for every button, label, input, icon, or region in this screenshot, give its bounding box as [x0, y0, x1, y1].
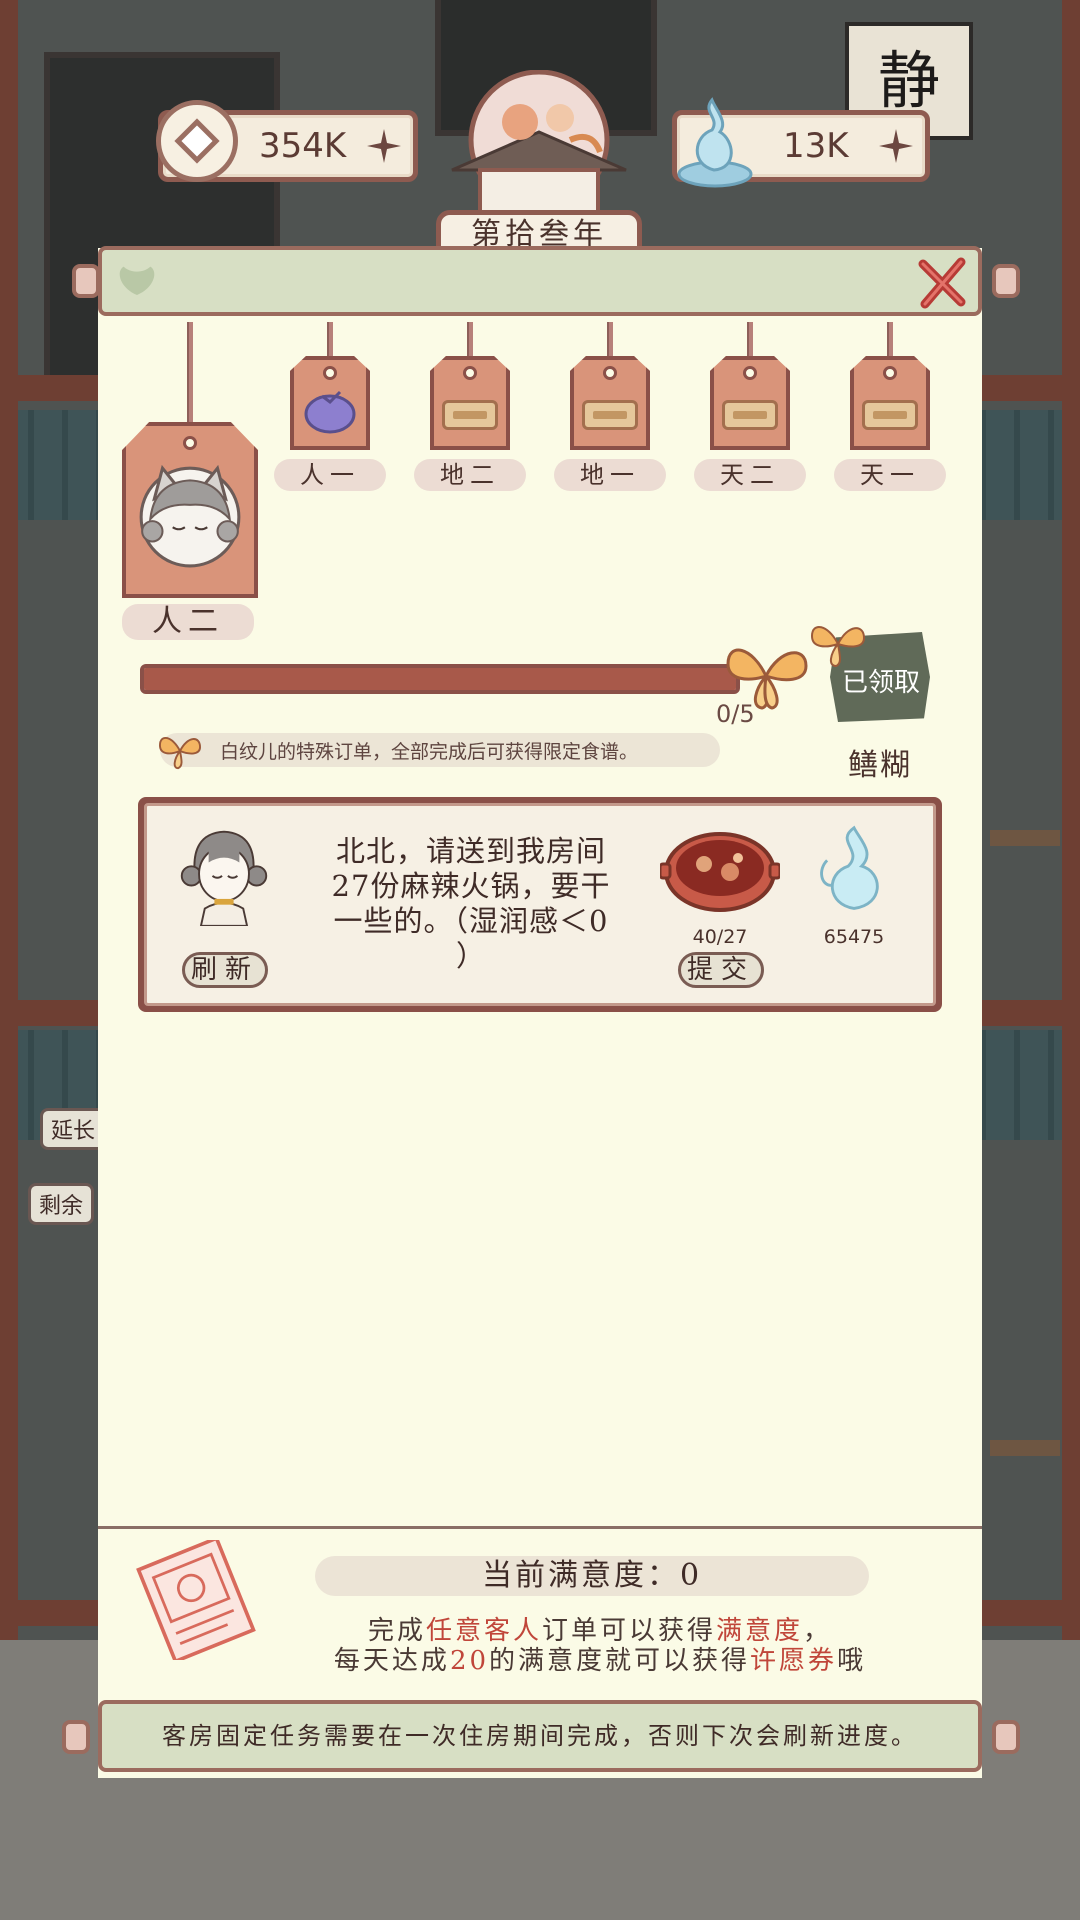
spirit-reward-icon	[820, 825, 879, 910]
pillar	[1062, 0, 1080, 1640]
reward-recipe-name: 鳝糊	[848, 748, 912, 783]
submit-button[interactable]: 提交	[678, 952, 764, 988]
tag-tian-yi[interactable]	[850, 322, 930, 450]
spirit-flame-icon	[677, 97, 753, 188]
add-spirit-icon[interactable]	[877, 127, 915, 165]
close-icon[interactable]	[915, 256, 969, 310]
tag-ren-yi[interactable]	[290, 322, 370, 450]
order-progress-bar	[140, 664, 740, 694]
chest-icon	[582, 400, 638, 430]
coin-amount: 354K	[259, 126, 347, 166]
table	[990, 830, 1060, 846]
tag-tian-er-label: 天二	[694, 459, 806, 491]
extend-label[interactable]: 延长	[40, 1108, 107, 1150]
tag-di-yi[interactable]	[570, 322, 650, 450]
table	[990, 1440, 1060, 1456]
rod-cap	[72, 264, 100, 298]
pillar	[0, 0, 18, 1640]
rod-cap	[992, 1720, 1020, 1754]
dish-count: 40/27	[692, 926, 748, 948]
scroll-rod-top	[98, 246, 982, 316]
purple-pouch-icon	[304, 390, 356, 434]
divider	[98, 1526, 982, 1529]
fox-girl-portrait-icon	[139, 464, 241, 568]
satisfaction-title: 当前满意度：0	[481, 1558, 703, 1593]
chest-icon	[862, 400, 918, 430]
coin-icon	[156, 100, 238, 182]
rod-cap	[62, 1720, 90, 1754]
customer-portrait-icon	[180, 830, 268, 926]
claimed-label: 已领取	[841, 668, 920, 698]
order-request-text: 北北，请送到我房间 27份麻辣火锅，要干 一些的。（湿润感＜0 ）	[331, 834, 611, 973]
spicy-hotpot-icon	[660, 832, 780, 912]
refresh-button[interactable]: 刷新	[182, 952, 268, 988]
tag-di-er[interactable]	[430, 322, 510, 450]
tag-current[interactable]	[122, 322, 258, 602]
tag-ren-yi-label: 人一	[274, 459, 386, 491]
hint-text: 白纹儿的特殊订单，全部完成后可获得限定食谱。	[220, 741, 639, 763]
butterfly-icon	[726, 648, 808, 710]
order-progress-fill	[144, 668, 736, 690]
footer-notice: 客房固定任务需要在一次住房期间完成，否则下次会刷新进度。	[162, 1722, 918, 1750]
wish-ticket-icon	[136, 1540, 256, 1660]
butterfly-icon	[158, 737, 202, 770]
tag-tian-er[interactable]	[710, 322, 790, 450]
spirit-amount: 13K	[783, 126, 849, 166]
rod-cap	[992, 264, 1020, 298]
chest-icon	[442, 400, 498, 430]
reward-amount: 65475	[823, 926, 885, 948]
chest-icon	[722, 400, 778, 430]
tag-current-label: 人二	[122, 604, 254, 640]
satisfaction-line-2: 每天达成20的满意度就可以获得许愿券哦	[333, 1646, 867, 1676]
add-coins-icon[interactable]	[365, 127, 403, 165]
ginkgo-leaf-icon	[119, 266, 155, 295]
tag-di-er-label: 地二	[414, 459, 526, 491]
tag-tian-yi-label: 天一	[834, 459, 946, 491]
remaining-label: 剩余	[28, 1183, 95, 1225]
tag-di-yi-label: 地一	[554, 459, 666, 491]
